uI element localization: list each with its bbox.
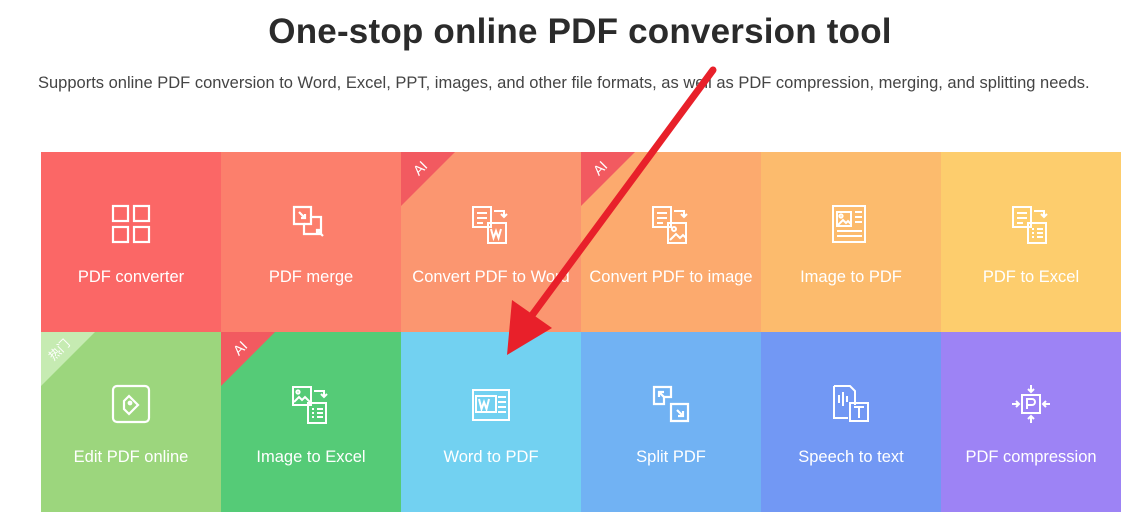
pdf-to-excel-icon bbox=[1010, 203, 1052, 245]
tool-label: PDF to Excel bbox=[982, 268, 1080, 286]
tool-speech-to-text[interactable]: Speech to text bbox=[761, 332, 941, 512]
tool-pdf-compression[interactable]: PDF compression bbox=[941, 332, 1121, 512]
tool-grid: PDF converter PDF merge Convert PDF to W bbox=[41, 152, 1121, 517]
ai-badge: AI bbox=[581, 152, 635, 206]
tool-label: Convert PDF to image bbox=[589, 268, 753, 286]
ai-badge: AI bbox=[221, 332, 275, 386]
tool-label: Image to PDF bbox=[800, 268, 902, 286]
edit-icon bbox=[110, 383, 152, 425]
pdf-to-image-icon bbox=[650, 203, 692, 245]
word-to-pdf-icon bbox=[470, 383, 512, 425]
pdf-to-word-icon bbox=[470, 203, 512, 245]
grid-icon bbox=[110, 203, 152, 245]
speech-to-text-icon bbox=[830, 383, 872, 425]
tool-label: PDF merge bbox=[268, 268, 354, 286]
tool-pdf-merge[interactable]: PDF merge bbox=[221, 152, 401, 332]
tool-label: Speech to text bbox=[798, 448, 904, 466]
tool-label: Split PDF bbox=[636, 448, 706, 466]
ai-badge: AI bbox=[401, 152, 455, 206]
page-title: One-stop online PDF conversion tool bbox=[268, 12, 892, 51]
tool-split-pdf[interactable]: Split PDF bbox=[581, 332, 761, 512]
merge-icon bbox=[290, 203, 332, 245]
tool-word-to-pdf[interactable]: Word to PDF bbox=[401, 332, 581, 512]
tool-image-to-excel[interactable]: Image to Excel AI bbox=[221, 332, 401, 512]
tool-edit-pdf-online[interactable]: Edit PDF online 热门 bbox=[41, 332, 221, 512]
tool-pdf-converter[interactable]: PDF converter bbox=[41, 152, 221, 332]
compress-icon bbox=[1010, 383, 1052, 425]
tool-pdf-to-word[interactable]: Convert PDF to Word AI bbox=[401, 152, 581, 332]
tool-label: Edit PDF online bbox=[73, 448, 189, 466]
tool-pdf-to-excel[interactable]: PDF to Excel bbox=[941, 152, 1121, 332]
tool-label: Image to Excel bbox=[256, 448, 366, 466]
tool-label: PDF compression bbox=[965, 448, 1097, 466]
page-subtitle: Supports online PDF conversion to Word, … bbox=[38, 74, 1090, 92]
split-icon bbox=[650, 383, 692, 425]
tool-label: Word to PDF bbox=[443, 448, 539, 466]
tool-label: PDF converter bbox=[77, 268, 185, 286]
tool-image-to-pdf[interactable]: Image to PDF bbox=[761, 152, 941, 332]
image-to-pdf-icon bbox=[830, 203, 872, 245]
hot-badge: 热门 bbox=[41, 332, 95, 386]
tool-label: Convert PDF to Word bbox=[412, 268, 570, 286]
image-to-excel-icon bbox=[290, 383, 332, 425]
tool-pdf-to-image[interactable]: Convert PDF to image AI bbox=[581, 152, 761, 332]
